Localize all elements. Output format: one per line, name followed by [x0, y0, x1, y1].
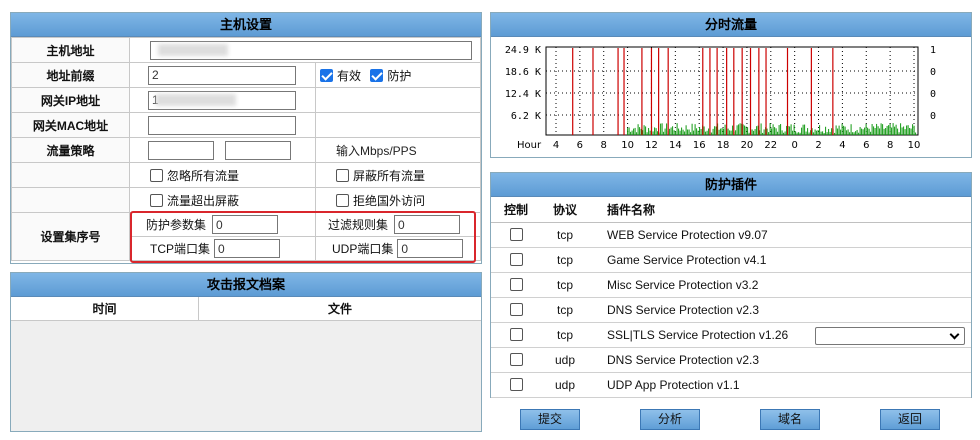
- y-tick-label: 6.2 K: [511, 111, 541, 122]
- plugin-proto: udp: [541, 347, 589, 373]
- x-tick-label: 18: [717, 140, 730, 151]
- x-tick-label: 20: [741, 140, 754, 151]
- plugin-row: udp DNS Service Protection v2.3: [491, 347, 971, 373]
- plugin-name: Misc Service Protection v3.2: [589, 272, 971, 298]
- reject-foreign-label: 拒绝国外访问: [353, 193, 426, 208]
- protect-checkbox[interactable]: [370, 68, 384, 82]
- plugin-name: DNS Service Protection v2.3: [589, 347, 971, 373]
- plugin-checkbox[interactable]: [509, 227, 523, 241]
- host-address-label: 主机地址: [11, 37, 130, 63]
- ignore-all-label: 忽略所有流量: [167, 168, 240, 183]
- x-tick-label: 10: [908, 140, 921, 151]
- plugin-row: tcp Misc Service Protection v3.2: [491, 272, 971, 298]
- over-block-label: 流量超出屏蔽: [167, 193, 240, 208]
- plugin-name: UDP App Protection v1.1: [589, 372, 971, 398]
- x-tick-label: 12: [645, 140, 658, 151]
- y2-tick-label: 0: [930, 111, 936, 122]
- ssl-option-select[interactable]: [815, 327, 965, 345]
- plugin-checkbox[interactable]: [509, 377, 523, 391]
- plugin-proto: udp: [541, 372, 589, 398]
- x-tick-label: 0: [791, 140, 797, 151]
- plugin-name: WEB Service Protection v9.07: [589, 222, 971, 248]
- plugin-proto: tcp: [541, 322, 589, 348]
- y-tick-label: 24.9 K: [505, 45, 541, 56]
- y2-tick-label: 0: [930, 67, 936, 78]
- traffic-policy-label: 流量策略: [11, 137, 130, 163]
- submit-button[interactable]: 提交: [520, 409, 580, 430]
- archive-header: 时间 文件: [11, 297, 481, 321]
- prefix-label: 地址前缀: [11, 62, 130, 88]
- plugin-name: Game Service Protection v4.1: [589, 247, 971, 273]
- plugin-proto: tcp: [541, 297, 589, 323]
- traffic-title: 分时流量: [491, 13, 971, 37]
- domain-button[interactable]: 域名: [760, 409, 820, 430]
- attack-archive-title: 攻击报文档案: [11, 273, 481, 297]
- x-tick-label: 6: [863, 140, 869, 151]
- blurred-value: [158, 44, 228, 56]
- attack-archive-panel: 攻击报文档案 时间 文件: [10, 272, 482, 432]
- plugin-row: tcp Game Service Protection v4.1: [491, 247, 971, 273]
- y2-tick-label: 1: [930, 45, 936, 56]
- x-tick-label: 2: [815, 140, 821, 151]
- traffic-panel: 分时流量 24.9 K 1 18.6 K 0 12.4 K 0 6.2 K 0 4 6 8 10 12…: [490, 12, 972, 158]
- valid-label: 有效: [337, 68, 362, 83]
- policy-out-input[interactable]: [225, 140, 292, 160]
- plugin-row: tcp WEB Service Protection v9.07: [491, 222, 971, 248]
- plugin-proto: tcp: [541, 272, 589, 298]
- col-proto: 协议: [541, 197, 589, 223]
- plugins-table: 控制 协议 插件名称 tcp WEB Service Protection v9.…: [491, 197, 971, 398]
- x-tick-label: 4: [553, 140, 559, 151]
- gateway-mac-input[interactable]: [148, 115, 296, 135]
- set-seq-label: 设置集序号: [11, 212, 130, 261]
- blurred-value: [156, 94, 236, 106]
- x-tick-label: 8: [887, 140, 893, 151]
- traffic-chart: 24.9 K 1 18.6 K 0 12.4 K 0 6.2 K 0 4 6 8 10 12 14 16 1…: [505, 45, 936, 151]
- analyze-button[interactable]: 分析: [640, 409, 700, 430]
- col-control: 控制: [491, 197, 541, 223]
- x-tick-label: 4: [839, 140, 845, 151]
- chevron-down-icon: [949, 329, 960, 340]
- plugin-proto: tcp: [541, 247, 589, 273]
- block-all-label: 屏蔽所有流量: [353, 168, 426, 183]
- x-tick-label: 22: [764, 140, 777, 151]
- valid-checkbox[interactable]: [320, 68, 333, 82]
- x-tick-label: 10: [621, 140, 634, 151]
- plugin-checkbox[interactable]: [509, 327, 523, 341]
- back-button[interactable]: 返回: [880, 409, 940, 430]
- over-block-checkbox[interactable]: [150, 193, 163, 207]
- x-tick-label: 14: [669, 140, 682, 151]
- policy-in-input[interactable]: [148, 140, 214, 160]
- gateway-mac-label: 网关MAC地址: [11, 112, 130, 138]
- protect-label: 防护: [387, 68, 412, 83]
- plugin-row: tcp DNS Service Protection v2.3: [491, 297, 971, 323]
- y2-tick-label: 0: [930, 89, 936, 100]
- highlight-box: [130, 211, 476, 263]
- plugin-checkbox[interactable]: [509, 277, 523, 291]
- plot-area: [545, 46, 919, 136]
- x-tick-label: 16: [693, 140, 706, 151]
- unit-hint: 输入Mbps/PPS: [315, 137, 481, 163]
- plugin-checkbox[interactable]: [509, 352, 523, 366]
- plugin-name: DNS Service Protection v2.3: [589, 297, 971, 323]
- prefix-input[interactable]: [148, 65, 296, 85]
- reject-foreign-checkbox[interactable]: [336, 193, 349, 207]
- col-name: 插件名称: [589, 197, 971, 223]
- plugin-checkbox[interactable]: [509, 252, 523, 266]
- plugins-title: 防护插件: [491, 173, 971, 197]
- x-tick-label: 6: [577, 140, 583, 151]
- block-all-checkbox[interactable]: [336, 168, 349, 182]
- col-time: 时间: [11, 297, 199, 320]
- plugin-row: udp UDP App Protection v1.1: [491, 372, 971, 398]
- y-tick-label: 12.4 K: [505, 89, 541, 100]
- gateway-ip-label: 网关IP地址: [11, 87, 130, 113]
- x-axis-title: Hour: [517, 140, 542, 151]
- col-file: 文件: [327, 302, 352, 316]
- x-tick-label: 8: [601, 140, 607, 151]
- host-settings-title: 主机设置: [11, 13, 481, 37]
- y-tick-label: 18.6 K: [505, 67, 541, 78]
- plugin-proto: tcp: [541, 222, 589, 248]
- plugin-checkbox[interactable]: [509, 302, 523, 316]
- plugins-panel: 防护插件 控制 协议 插件名称 tcp WEB Service Protectio…: [490, 172, 972, 398]
- ignore-all-checkbox[interactable]: [150, 168, 163, 182]
